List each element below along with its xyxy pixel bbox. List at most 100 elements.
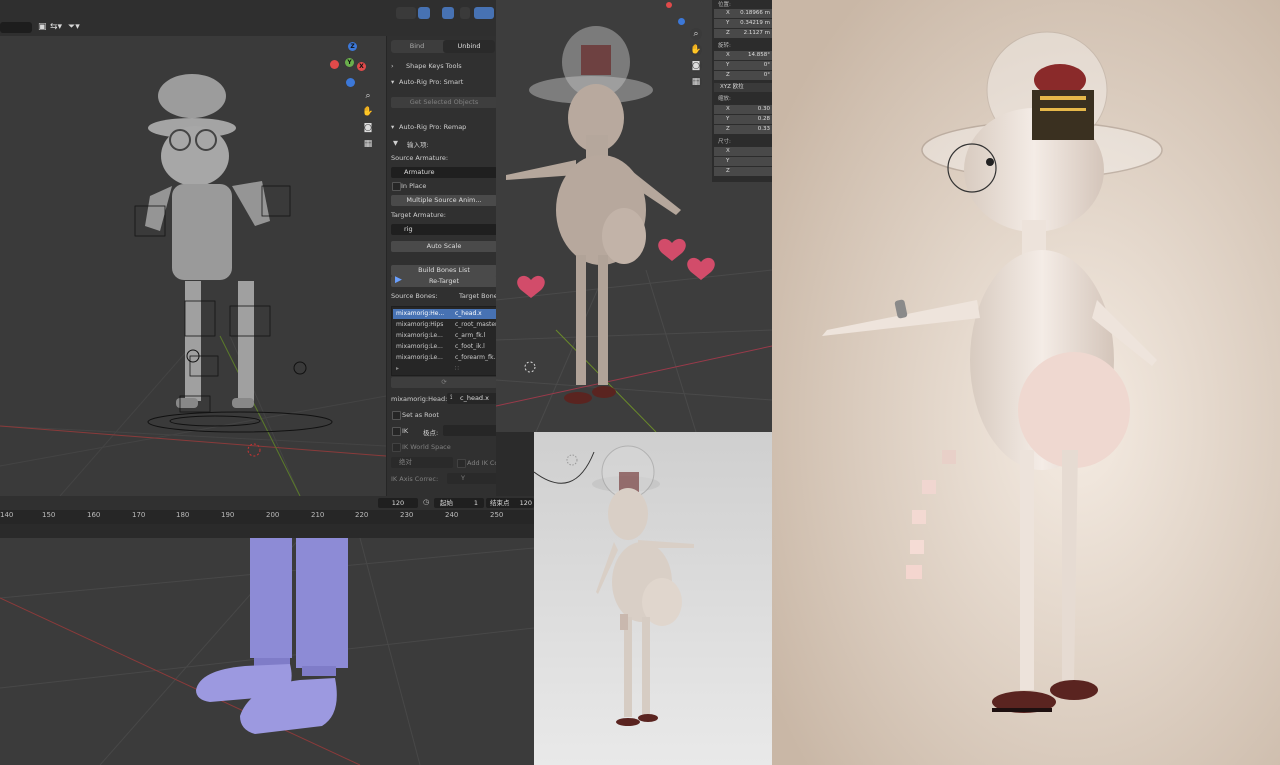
list-item[interactable]: mixamorig:Le... c_arm_fk.l — [393, 331, 496, 341]
location-label: 位置: — [718, 2, 731, 8]
scale-z-field[interactable]: Z 0.33 — [714, 125, 772, 134]
clock-icon[interactable]: ◷ — [423, 498, 429, 506]
gizmo-y-icon[interactable]: Y — [345, 58, 354, 67]
transform-panel: 位置: X 0.18966 m Y 0.34219 m Z 2.1127 m 旋转: … — [712, 0, 772, 182]
list-resize-handle[interactable]: ▸ ∷ — [393, 364, 496, 374]
tick-label: 140 — [0, 511, 14, 519]
ik-checkbox[interactable] — [392, 427, 401, 436]
dimensions-y-field[interactable]: Y — [714, 157, 772, 166]
gizmo-x-icon[interactable]: X — [357, 62, 366, 71]
pan-hand-icon[interactable]: ✋ — [690, 44, 702, 56]
bone-icon: ⟟ — [450, 393, 453, 401]
tick-label: 180 — [176, 511, 190, 519]
tick-label: 160 — [87, 511, 101, 519]
arp-smart-header[interactable]: Auto-Rig Pro: Smart — [399, 78, 463, 86]
overlay-toggle-icon[interactable] — [442, 7, 454, 19]
multiple-source-anim-button[interactable]: Multiple Source Anim... — [391, 195, 496, 206]
build-bones-list-button[interactable]: Build Bones List — [391, 265, 496, 276]
list-item[interactable]: mixamorig:Le... c_forearm_fk... — [393, 353, 496, 363]
timeline[interactable]: 120 ◷ 起始 1 结束点 120 140 150 160 170 180 190… — [0, 496, 534, 538]
dimensions-x-field[interactable]: X — [714, 147, 772, 156]
bind-tabs: Bind Unbind — [391, 40, 495, 53]
timeline-header: 120 ◷ 起始 1 结束点 120 — [0, 496, 534, 510]
mode-field[interactable] — [0, 22, 32, 33]
gizmo-x-icon[interactable] — [666, 2, 672, 8]
gizmo-z-neg-icon[interactable] — [678, 18, 685, 25]
dimensions-z-field[interactable]: Z — [714, 167, 772, 176]
final-render — [772, 0, 1280, 765]
in-place-checkbox[interactable] — [392, 182, 401, 191]
viewport-shoes[interactable] — [0, 538, 534, 765]
rotation-mode-dropdown[interactable]: XYZ 欧拉 — [714, 83, 772, 92]
set-as-root-label: Set as Root — [402, 411, 439, 419]
timeline-ruler[interactable]: 140 150 160 170 180 190 200 210 220 230 … — [0, 510, 534, 524]
final-render-canvas — [772, 0, 1280, 765]
target-armature-field[interactable]: rig — [391, 224, 496, 235]
rotation-y-field[interactable]: Y 0° — [714, 61, 772, 70]
import-expand-icon[interactable]: ▼ — [393, 139, 398, 147]
location-z-field[interactable]: Z 2.1127 m — [714, 29, 772, 38]
view-layer-icon[interactable]: ⇆▾ — [50, 22, 62, 32]
add-ik-const-checkbox[interactable] — [457, 459, 466, 468]
pole-field[interactable] — [443, 425, 496, 436]
tick-label: 230 — [400, 511, 414, 519]
camera-icon[interactable]: ◙ — [690, 60, 702, 72]
list-item[interactable]: mixamorig:Hips c_root_master — [393, 320, 496, 330]
get-selected-objects-button[interactable]: Get Selected Objects — [391, 97, 496, 108]
xray-icon[interactable] — [460, 7, 470, 19]
source-armature-field[interactable]: Armature — [391, 167, 496, 178]
viewport-rig[interactable]: ▣ ⇆▾ ⏷▾ Z Y X ⌕ ✋ ◙ ▦ Bind Unbind › Shap… — [0, 0, 496, 496]
restrict-icon[interactable]: ▣ — [38, 22, 47, 32]
bones-list[interactable]: mixamorig:He... c_head.x mixamorig:Hips c_… — [391, 306, 496, 376]
shading-icon[interactable] — [474, 7, 494, 19]
current-frame-field[interactable]: 120 — [378, 498, 418, 508]
ik-axis-dropdown[interactable]: Y — [447, 473, 496, 484]
zoom-icon[interactable]: ⌕ — [362, 90, 374, 102]
gizmo-x-neg-icon[interactable] — [330, 60, 339, 69]
chevron-right-icon[interactable]: › — [391, 62, 394, 70]
tick-label: 190 — [221, 511, 235, 519]
gizmo-toggle-icon[interactable] — [418, 7, 430, 19]
chevron-down-icon[interactable]: ▾ — [391, 123, 394, 131]
tick-label: 210 — [311, 511, 325, 519]
chevron-down-icon[interactable]: ▾ — [391, 78, 394, 86]
camera-icon[interactable]: ◙ — [362, 122, 374, 134]
target-armature-label: Target Armature: — [391, 211, 446, 219]
list-item[interactable]: mixamorig:Le... c_foot_ik.l — [393, 342, 496, 352]
selected-bone-target-field[interactable]: c_head.x — [447, 393, 496, 404]
auto-scale-button[interactable]: Auto Scale — [391, 241, 496, 252]
scale-label: 缩放: — [718, 96, 731, 102]
in-place-label: In Place — [401, 182, 427, 190]
set-as-root-checkbox[interactable] — [392, 411, 401, 420]
pan-hand-icon[interactable]: ✋ — [362, 106, 374, 118]
filter-icon[interactable]: ⏷▾ — [68, 22, 80, 32]
list-item[interactable]: mixamorig:He... c_head.x — [393, 309, 496, 319]
location-x-field[interactable]: X 0.18966 m — [714, 9, 772, 18]
zoom-icon[interactable]: ⌕ — [690, 28, 702, 40]
shape-keys-tools-header[interactable]: Shape Keys Tools — [406, 62, 462, 70]
visibility-icon[interactable] — [396, 7, 416, 19]
gizmo-z-neg-icon[interactable] — [346, 78, 355, 87]
rotation-z-field[interactable]: Z 0° — [714, 71, 772, 80]
grid-icon[interactable]: ▦ — [690, 76, 702, 88]
grid-icon[interactable]: ▦ — [362, 138, 374, 150]
refresh-icon[interactable]: ⟳ — [391, 377, 496, 388]
scale-y-field[interactable]: Y 0.28 — [714, 115, 772, 124]
start-frame-field[interactable]: 起始 1 — [434, 498, 484, 508]
target-bones-label: Target Bones: — [459, 292, 496, 300]
tick-label: 150 — [42, 511, 56, 519]
tick-label: 170 — [132, 511, 146, 519]
re-target-button[interactable]: Re-Target — [391, 276, 496, 287]
scale-x-field[interactable]: X 0.30 — [714, 105, 772, 114]
end-frame-field[interactable]: 结束点 120 — [486, 498, 534, 508]
tick-label: 220 — [355, 511, 369, 519]
absolute-dropdown[interactable]: 绝对 — [391, 457, 453, 468]
tab-unbind[interactable]: Unbind — [443, 40, 495, 53]
ik-world-space-checkbox[interactable] — [392, 443, 401, 452]
legs-model — [196, 538, 348, 734]
rotation-x-field[interactable]: X 14.858° — [714, 51, 772, 60]
tab-bind[interactable]: Bind — [391, 40, 443, 53]
gizmo-z-icon[interactable]: Z — [348, 42, 357, 51]
location-y-field[interactable]: Y 0.34219 m — [714, 19, 772, 28]
arp-remap-header[interactable]: Auto-Rig Pro: Remap — [399, 123, 466, 131]
